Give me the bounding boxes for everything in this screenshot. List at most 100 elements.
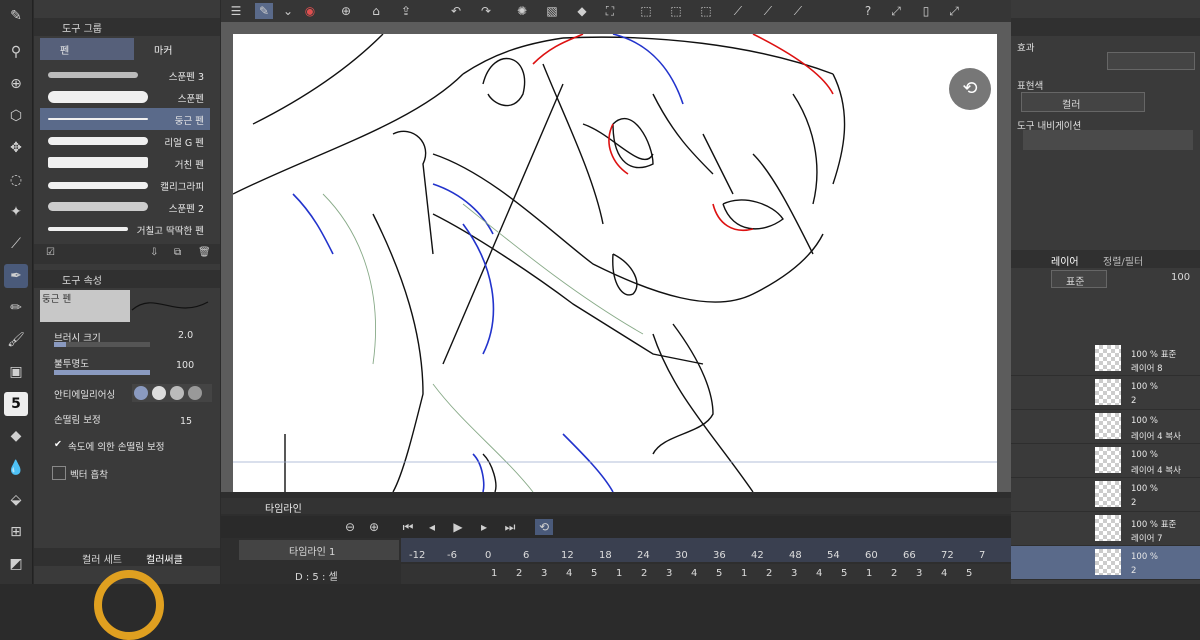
undo-icon[interactable]: ↶ <box>447 3 465 19</box>
frame-cell[interactable]: 2 <box>891 568 897 579</box>
frame-cell[interactable]: 3 <box>541 568 547 579</box>
antialias-options[interactable] <box>132 384 212 402</box>
zoom-out-icon[interactable]: ⊖ <box>341 519 359 535</box>
frame-cell[interactable]: 4 <box>816 568 822 579</box>
open-folder-icon[interactable]: ⌂ <box>367 3 385 19</box>
brush-item-round-pen[interactable]: 둥근 펜 <box>40 108 210 130</box>
fill-icon[interactable]: ⬙ <box>4 488 28 512</box>
invert-icon[interactable]: ⬚ <box>667 3 685 19</box>
decoration-icon[interactable]: 5 <box>4 392 28 416</box>
stabilization-row[interactable]: 손떨림 보정 15 <box>40 412 216 434</box>
eraser-icon[interactable]: ◆ <box>4 424 28 448</box>
drawing-canvas[interactable] <box>232 33 997 492</box>
brush-item-real-g-pen[interactable]: 리얼 G 펜 <box>40 130 210 152</box>
zoom-in-icon[interactable]: ⊕ <box>365 519 383 535</box>
ruler-line-icon[interactable]: ⟋ <box>729 3 747 19</box>
frame-cell[interactable]: 5 <box>591 568 597 579</box>
tab-pen[interactable]: 펜 <box>40 38 134 60</box>
airbrush-icon[interactable]: ▣ <box>4 360 28 384</box>
pencil-line-icon[interactable]: ⟋ <box>789 3 807 19</box>
frame-cell[interactable]: 4 <box>566 568 572 579</box>
redo-icon[interactable]: ↷ <box>477 3 495 19</box>
new-file-icon[interactable]: ⊕ <box>337 3 355 19</box>
pen-line-icon[interactable]: ⟋ <box>759 3 777 19</box>
duplicate-icon[interactable]: ⧉ <box>174 247 181 258</box>
frame-cell[interactable]: 2 <box>516 568 522 579</box>
frame-cell[interactable]: 4 <box>691 568 697 579</box>
layer-row[interactable]: 100 % 2 <box>1011 376 1200 410</box>
frame-cell[interactable]: 1 <box>616 568 622 579</box>
frame-cell[interactable]: 4 <box>941 568 947 579</box>
brush-settings-icon[interactable]: ✎ <box>4 4 28 28</box>
layer-row[interactable]: 100 % 2 <box>1011 478 1200 512</box>
zoom-icon[interactable]: ⚲ <box>4 40 28 64</box>
brush-item-spoon-pen[interactable]: 스푼펜 <box>40 86 210 108</box>
phone-icon[interactable]: ▯ <box>917 3 935 19</box>
move-icon[interactable]: ✥ <box>4 136 28 160</box>
antialias-row[interactable]: 안티에일리어싱 <box>40 384 216 406</box>
tab-color-set[interactable]: 컬러 세트 <box>82 551 122 566</box>
frame-cell[interactable]: 3 <box>791 568 797 579</box>
brush-item-spoon-pen-3[interactable]: 스푼펜 3 <box>40 64 210 86</box>
eyedropper-icon[interactable]: ⟋ <box>4 232 28 256</box>
canvas-area[interactable]: ⟲ <box>221 22 1011 492</box>
trash-icon[interactable]: 🗑 <box>198 247 211 258</box>
frame-cell[interactable]: 2 <box>766 568 772 579</box>
transform-icon[interactable]: ⛶ <box>601 3 619 19</box>
chevron-down-icon[interactable]: ⌄ <box>279 3 297 19</box>
timeline-select[interactable]: 타임라인 1 <box>239 540 399 560</box>
next-frame-icon[interactable]: ▸ <box>475 519 493 535</box>
prev-frame-icon[interactable]: ◂ <box>423 519 441 535</box>
antialias-strong-icon[interactable] <box>188 386 202 400</box>
help-icon[interactable]: ? <box>859 3 877 19</box>
speed-stab-row[interactable]: ✔ 속도에 의한 손떨림 보정 <box>40 438 216 460</box>
antialias-none-icon[interactable] <box>134 386 148 400</box>
opacity-row[interactable]: 불투명도 100 <box>40 356 216 378</box>
tab-arrange[interactable]: 정렬/필터 <box>1103 253 1143 268</box>
frame-cell[interactable]: 3 <box>916 568 922 579</box>
figure-icon[interactable]: ⊞ <box>4 520 28 544</box>
tab-color-circle[interactable]: 컬러써클 <box>146 551 183 566</box>
frame-ruler[interactable]: -12 -6 0 6 12 18 24 30 36 42 48 54 60 66 72 7 <box>401 538 1011 562</box>
vector-checkbox[interactable] <box>52 466 66 480</box>
brush-size-row[interactable]: 브러시 크기 2.0 <box>40 330 216 352</box>
menu-icon[interactable]: ☰ <box>227 3 245 19</box>
speed-stab-checkbox[interactable]: ✔ <box>54 439 62 450</box>
tab-layer[interactable]: 레이어 <box>1051 253 1079 268</box>
deselect-icon[interactable]: ⬚ <box>637 3 655 19</box>
frame-cell[interactable]: 1 <box>741 568 747 579</box>
first-frame-icon[interactable]: ⏮ <box>399 519 417 535</box>
expression-select[interactable]: 컬러 <box>1021 92 1145 112</box>
import-icon[interactable]: ⇩ <box>150 247 158 258</box>
vector-row[interactable]: 벡터 흡착 <box>40 466 216 488</box>
loading-icon[interactable]: ✺ <box>513 3 531 19</box>
frame-cell[interactable]: 3 <box>666 568 672 579</box>
pencil-icon[interactable]: ✏ <box>4 296 28 320</box>
save-icon[interactable]: ⇪ <box>397 3 415 19</box>
layer-row[interactable]: 100 % 2 <box>1011 546 1200 580</box>
frame-cell[interactable]: 1 <box>491 568 497 579</box>
layer-row[interactable]: 100 % 표준 레이어 7 <box>1011 512 1200 546</box>
play-icon[interactable]: ▶ <box>449 519 467 535</box>
edit-icon[interactable]: ✎ <box>255 3 273 19</box>
crop-icon[interactable]: ⬚ <box>697 3 715 19</box>
frame-cell[interactable]: 2 <box>641 568 647 579</box>
layer-row[interactable]: 100 % 레이어 4 복사 <box>1011 410 1200 444</box>
brush-icon[interactable]: 🖌 <box>4 328 28 352</box>
operation-icon[interactable]: ⊕ <box>4 72 28 96</box>
layer-row[interactable]: 100 % 표준 레이어 8 <box>1011 342 1200 376</box>
effect-buttons[interactable] <box>1107 52 1195 70</box>
fill-icon[interactable]: ◆ <box>573 3 591 19</box>
frame-cells[interactable]: 1 2 3 4 5 1 2 3 4 5 1 2 3 4 5 1 2 3 4 5 <box>401 564 1011 584</box>
brush-item-calligraphy[interactable]: 캘리그라피 <box>40 174 210 196</box>
blend-icon[interactable]: 💧 <box>4 456 28 480</box>
tool-navigation-bar[interactable] <box>1023 130 1193 150</box>
blend-mode-select[interactable]: 표준 <box>1051 270 1107 288</box>
frame-cell[interactable]: 5 <box>716 568 722 579</box>
lasso-icon[interactable]: ◌ <box>4 168 28 192</box>
clip-studio-icon[interactable]: ◉ <box>301 3 319 19</box>
rotate-view-icon[interactable]: ⟲ <box>949 68 991 110</box>
antialias-medium-icon[interactable] <box>170 386 184 400</box>
brush-item-spoon-pen-2[interactable]: 스푼펜 2 <box>40 196 210 218</box>
color-wheel[interactable] <box>94 570 164 640</box>
